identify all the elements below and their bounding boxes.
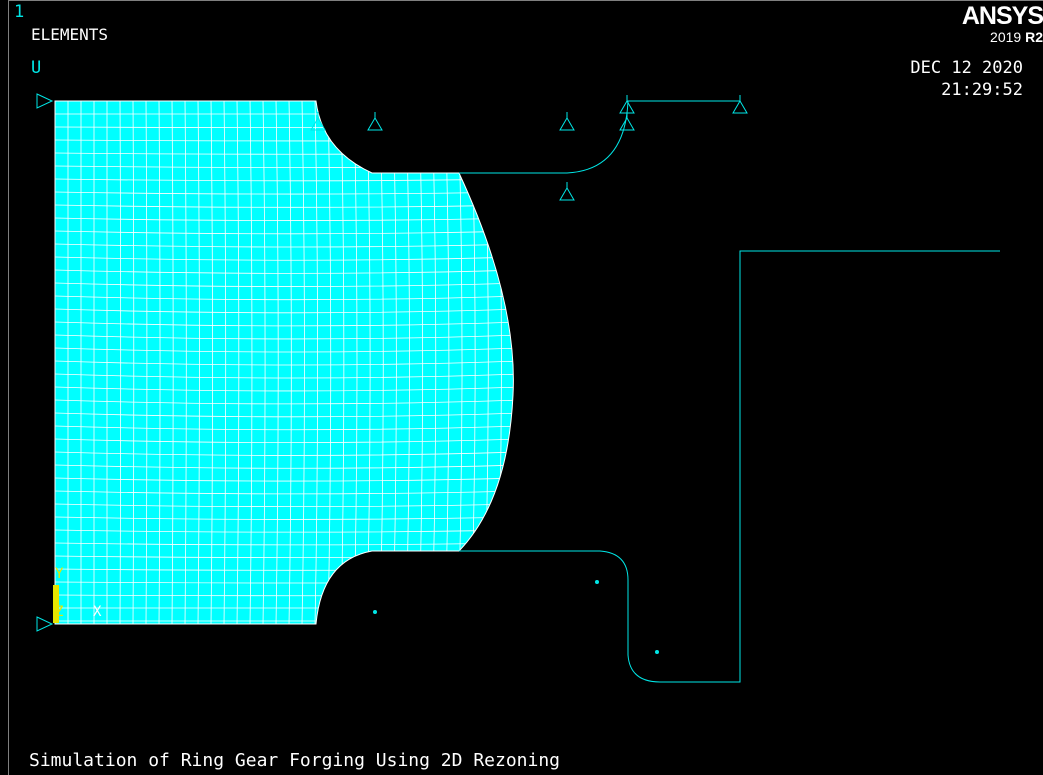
graphics-window[interactable]: 1 ELEMENTS U DEC 12 2020 21:29:52 ANSYS …: [0, 0, 1043, 775]
bc-triangle-icon: [559, 182, 575, 201]
window-number: 1: [14, 2, 25, 22]
symmetry-symbols: [36, 93, 54, 632]
upper-die-outline: [459, 100, 740, 174]
x-axis-label: X: [93, 604, 102, 620]
y-axis-label: Y: [55, 566, 64, 582]
element-mesh[interactable]: [54, 100, 520, 625]
plot-title: Simulation of Ring Gear Forging Using 2D…: [29, 750, 561, 771]
dof-label: U: [31, 58, 42, 78]
version-release: R2: [1025, 29, 1043, 45]
version-year: 2019: [990, 29, 1022, 45]
bc-triangle-icon: [367, 112, 383, 131]
model-canvas[interactable]: [0, 0, 1043, 775]
bc-triangle-icon: [559, 112, 575, 131]
node-markers: [373, 580, 659, 654]
ansys-logo: ANSYS: [961, 2, 1043, 30]
lower-die-outline: [459, 250, 1000, 683]
plot-type-label: ELEMENTS: [31, 25, 109, 44]
version-label: 2019 R2: [990, 29, 1043, 45]
bc-triangle-icon: [619, 112, 635, 131]
z-axis-label: Z: [55, 604, 64, 620]
time-stamp: 21:29:52: [941, 80, 1023, 100]
date-stamp: DEC 12 2020: [910, 58, 1023, 78]
workpiece-body: [54, 100, 514, 625]
bc-triangle-icon: [732, 95, 748, 114]
